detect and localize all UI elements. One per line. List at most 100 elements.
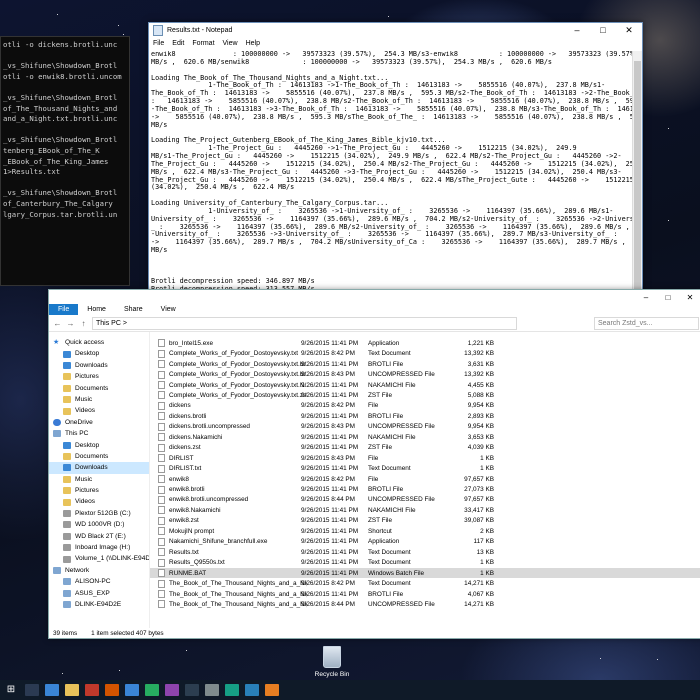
ribbon-tab-home[interactable]: Home: [78, 306, 115, 313]
ribbon-tab-file[interactable]: File: [49, 304, 79, 315]
app-icon-red[interactable]: [85, 684, 99, 696]
scrollbar-thumb[interactable]: [634, 61, 641, 301]
nav-item[interactable]: OneDrive: [49, 417, 149, 428]
nav-item[interactable]: Inboard Image (H:): [49, 542, 149, 553]
menu-edit[interactable]: Edit: [172, 40, 184, 47]
nav-item[interactable]: Pictures: [49, 371, 149, 382]
maximize-icon[interactable]: □: [590, 23, 616, 38]
file-date: 9/26/2015 11:41 PM: [301, 517, 359, 525]
nav-item[interactable]: Volume_1 (\\DLINK-E94D2...: [49, 553, 149, 564]
nav-item[interactable]: Network: [49, 565, 149, 576]
file-row[interactable]: enwik8.zst 9/26/2015 11:41 PM ZST File 39,0…: [150, 516, 700, 526]
file-row[interactable]: Results.txt 9/26/2015 11:41 PM Text Docume…: [150, 547, 700, 557]
nav-item[interactable]: DLINK-E94D2E: [49, 599, 149, 610]
file-row[interactable]: The_Book_of_The_Thousand_Nights_and_a_Ni…: [150, 599, 700, 609]
notepad-title: Results.txt - Notepad: [167, 27, 233, 34]
app-icon-blue-2[interactable]: [245, 684, 259, 696]
nav-item[interactable]: ★ Quick access: [49, 337, 149, 348]
nav-item[interactable]: ALISON-PC: [49, 576, 149, 587]
close-icon[interactable]: ✕: [679, 293, 700, 302]
file-row[interactable]: Complete_Works_of_Fyodor_Dostoyevsky.txt…: [150, 390, 700, 400]
nav-item[interactable]: Desktop: [49, 440, 149, 451]
file-row[interactable]: enwik8.brotli.uncompressed 9/26/2015 8:44…: [150, 495, 700, 505]
file-row[interactable]: Nakamichi_Shifune_branchfull.exe 9/26/201…: [150, 537, 700, 547]
ribbon-tab-share[interactable]: Share: [115, 306, 152, 313]
nav-item[interactable]: ASUS_EXP: [49, 588, 149, 599]
file-date: 9/26/2015 11:41 PM: [301, 569, 359, 577]
app-icon-purple[interactable]: [165, 684, 179, 696]
menu-view[interactable]: View: [223, 40, 238, 47]
app-icon-blue[interactable]: [125, 684, 139, 696]
back-arrow-icon[interactable]: ←: [53, 319, 62, 328]
recycle-bin[interactable]: Recycle Bin: [310, 646, 354, 678]
file-row[interactable]: Complete_Works_of_Fyodor_Dostoyevsky.txt…: [150, 380, 700, 390]
console-window[interactable]: otli -o dickens.brotli.unc _vs_Shifune\S…: [0, 36, 130, 286]
nav-item[interactable]: WD Black 2T (E:): [49, 531, 149, 542]
file-row[interactable]: enwik8 9/26/2015 8:42 PM File 97,657 KB: [150, 474, 700, 484]
app-icon-green[interactable]: [145, 684, 159, 696]
file-row[interactable]: enwik8.brotli 9/26/2015 11:41 PM BROTLI Fi…: [150, 484, 700, 494]
menu-format[interactable]: Format: [192, 40, 214, 47]
start-icon[interactable]: ⊞: [0, 684, 22, 696]
file-row[interactable]: dickens 9/26/2015 8:42 PM File 9,954 KB: [150, 401, 700, 411]
up-arrow-icon[interactable]: ↑: [79, 319, 88, 328]
nav-item[interactable]: This PC: [49, 428, 149, 439]
file-row[interactable]: dickens.zst 9/26/2015 11:41 PM ZST File 4,0…: [150, 443, 700, 453]
file-name: enwik8.Nakamichi: [169, 506, 221, 514]
address-bar[interactable]: This PC >: [92, 316, 517, 330]
file-row[interactable]: The_Book_of_The_Thousand_Nights_and_a_Ni…: [150, 578, 700, 588]
nav-item[interactable]: Downloads: [49, 462, 149, 474]
file-row[interactable]: The_Book_of_The_Thousand_Nights_and_a_Ni…: [150, 589, 700, 599]
minimize-icon[interactable]: –: [564, 23, 590, 38]
file-row[interactable]: RUNME.BAT 9/26/2015 11:41 PM Windows Batch…: [150, 567, 700, 579]
file-row[interactable]: DIRLIST 9/26/2015 8:43 PM File 1 KB: [150, 453, 700, 463]
nav-item[interactable]: Videos: [49, 496, 149, 507]
minimize-icon[interactable]: –: [635, 293, 657, 302]
maximize-icon[interactable]: □: [657, 293, 679, 302]
close-icon[interactable]: ✕: [616, 23, 642, 38]
menu-file[interactable]: File: [153, 40, 164, 47]
app-icon-orange-2[interactable]: [265, 684, 279, 696]
menu-help[interactable]: Help: [246, 40, 260, 47]
file-type: Text Document: [368, 580, 411, 588]
file-explorer-window[interactable]: – □ ✕ File Home Share View ← → ↑ This PC…: [48, 289, 700, 639]
file-row[interactable]: MokujIN prompt 9/26/2015 11:41 PM Shortcut…: [150, 526, 700, 536]
app-icon-orange[interactable]: [105, 684, 119, 696]
nav-item[interactable]: Documents: [49, 451, 149, 462]
file-date: 9/26/2015 11:41 PM: [301, 444, 359, 452]
file-row[interactable]: Complete_Works_of_Fyodor_Dostoyevsky.txt…: [150, 369, 700, 379]
explorer-titlebar[interactable]: – □ ✕: [49, 290, 700, 304]
nav-item[interactable]: Desktop: [49, 348, 149, 359]
nav-item[interactable]: Pictures: [49, 485, 149, 496]
console-taskbar-icon[interactable]: [185, 684, 199, 696]
forward-arrow-icon[interactable]: →: [66, 319, 75, 328]
file-row[interactable]: enwik8.Nakamichi 9/26/2015 11:41 PM NAKAMI…: [150, 505, 700, 515]
file-size: 5,088 KB: [467, 391, 494, 399]
file-row[interactable]: dickens.brotli 9/26/2015 11:41 PM BROTLI F…: [150, 411, 700, 421]
ribbon-tab-view[interactable]: View: [152, 306, 185, 313]
notepad-titlebar[interactable]: Results.txt - Notepad – □ ✕: [149, 23, 642, 38]
file-icon: [158, 391, 165, 400]
search-input[interactable]: Search Zstd_vs...: [594, 316, 699, 330]
nav-item[interactable]: Music: [49, 474, 149, 485]
notepad-taskbar-icon[interactable]: [205, 684, 219, 696]
file-row[interactable]: dickens.Nakamichi 9/26/2015 11:41 PM NAKAM…: [150, 432, 700, 442]
nav-item[interactable]: Videos: [49, 405, 149, 416]
app-icon-teal[interactable]: [225, 684, 239, 696]
nav-item[interactable]: WD 1000VR (D:): [49, 519, 149, 530]
nav-item[interactable]: Downloads: [49, 360, 149, 371]
edge-icon[interactable]: [45, 684, 59, 696]
file-row[interactable]: Complete_Works_of_Fyodor_Dostoyevsky.txt…: [150, 359, 700, 369]
file-row[interactable]: DIRLIST.txt 9/26/2015 11:41 PM Text Docume…: [150, 463, 700, 473]
file-icon: [158, 475, 165, 484]
nav-item[interactable]: Plextor 512GB (C:): [49, 508, 149, 519]
nav-item[interactable]: Music: [49, 394, 149, 405]
file-row[interactable]: Results_Q9550s.txt 9/26/2015 11:41 PM Text…: [150, 557, 700, 567]
folder-icon: [63, 487, 71, 495]
nav-item[interactable]: Documents: [49, 383, 149, 394]
task-view-icon[interactable]: [25, 684, 39, 696]
explorer-taskbar-icon[interactable]: [65, 684, 79, 696]
file-row[interactable]: Complete_Works_of_Fyodor_Dostoyevsky.txt…: [150, 348, 700, 358]
file-row[interactable]: bro_Intel15.exe 9/26/2015 11:41 PM Applica…: [150, 338, 700, 348]
file-row[interactable]: dickens.brotli.uncompressed 9/26/2015 8:4…: [150, 422, 700, 432]
